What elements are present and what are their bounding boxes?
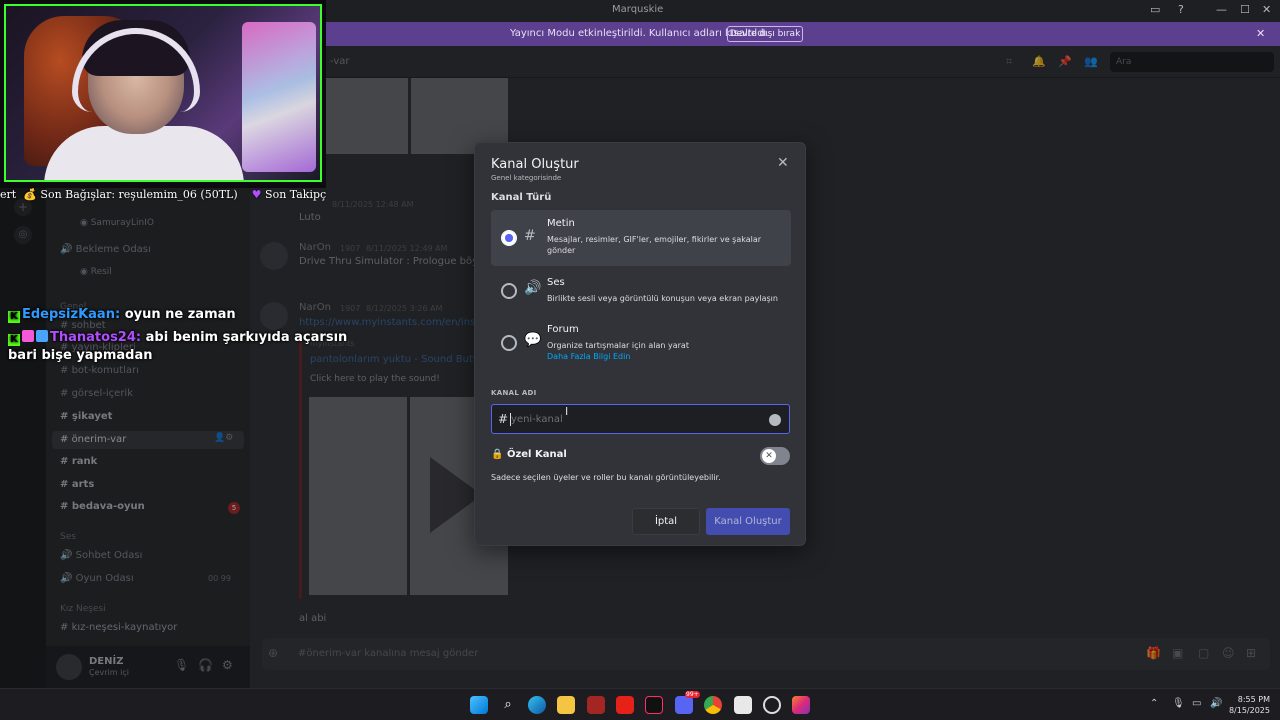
option-description: Mesajlar, resimler, GIF'ler, emojiler, f… [547, 235, 762, 255]
close-window-button[interactable]: ✕ [1262, 3, 1271, 16]
modal-subtitle: Genel kategorisinde [491, 174, 562, 182]
option-name: Ses [547, 277, 565, 288]
cancel-button[interactable]: İptal [632, 508, 700, 535]
money-bag-icon: 💰 [23, 188, 37, 201]
private-channel-text: Özel Kanal [506, 449, 567, 460]
channel-name-placeholder: yeni-kanal [511, 414, 563, 425]
stream-ticker: ert 💰 Son Bağışlar: reşulemim_06 (50TL) … [0, 188, 326, 206]
banner-close-icon[interactable]: ✕ [1256, 27, 1265, 40]
option-name: Metin [547, 218, 575, 229]
webcam-overlay [0, 0, 326, 188]
window-title: Marquskie [612, 4, 664, 15]
private-channel-toggle[interactable]: ✕ [760, 447, 790, 465]
create-channel-modal: Kanal Oluştur Genel kategorisinde ✕ Kana… [474, 142, 806, 546]
chat-username: Thanatos24: [50, 330, 142, 345]
instagram-icon[interactable] [792, 696, 810, 714]
search-icon[interactable]: ⌕ [499, 696, 517, 714]
toggle-off-icon: ✕ [762, 449, 776, 463]
file-explorer-icon[interactable] [557, 696, 575, 714]
chrome-icon[interactable] [704, 696, 722, 714]
edge-icon[interactable] [528, 696, 546, 714]
create-channel-button[interactable]: Kanal Oluştur [706, 508, 790, 535]
speaker-icon: 🔊 [524, 280, 542, 296]
channel-type-label: Kanal Türü [491, 192, 552, 203]
chat-username: EdepsizKaan: [22, 307, 121, 322]
windows-taskbar: ⌕ 99+ ⌃ 🎙 ▭ 🔊 8:55 PM 8/15/2025 [0, 688, 1280, 720]
forum-icon: 💬 [524, 332, 542, 348]
app-icon[interactable] [587, 696, 605, 714]
show-hidden-icons[interactable]: ⌃ [1150, 698, 1158, 709]
discord-badge: 99+ [685, 691, 700, 698]
close-icon[interactable]: ✕ [777, 155, 789, 171]
document-icon[interactable] [734, 696, 752, 714]
modal-title: Kanal Oluştur [491, 157, 579, 172]
chat-text: oyun ne zaman [124, 307, 236, 322]
sub-badge-icon [36, 330, 48, 342]
webcam-frame [4, 4, 322, 182]
channel-name-input[interactable]: # yeni-kanal [491, 404, 790, 434]
start-icon[interactable] [470, 696, 488, 714]
channel-type-forum[interactable]: 💬 Forum Organize tartışmalar için alan y… [491, 317, 791, 373]
channel-name-label: KANAL ADI [491, 389, 537, 397]
stream-chat-message: K EdepsizKaan: oyun ne zaman [8, 307, 236, 323]
option-description: Birlikte sesli veya görüntülü konuşun ve… [547, 294, 778, 303]
ticker-donations: Son Bağışlar: reşulemim_06 (50TL) [40, 188, 238, 201]
pc-case [242, 22, 316, 172]
stream-chat-message-continued: bari bişe yapmadan [8, 348, 153, 363]
network-icon[interactable]: ▭ [1192, 698, 1201, 709]
disable-streamer-mode-button[interactable]: Devre dışı bırak [727, 26, 803, 42]
option-description: Organize tartışmalar için alan yarat [547, 341, 689, 350]
text-caret [510, 413, 511, 426]
help-icon[interactable]: ? [1178, 3, 1184, 16]
hash-icon: # [524, 228, 536, 244]
ticker-start: ert [0, 188, 17, 201]
clock-date: 8/15/2025 [1228, 706, 1270, 715]
channel-type-text[interactable]: # Metin Mesajlar, resimler, GIF'ler, emo… [491, 210, 791, 266]
kick-badge-icon: K [8, 311, 20, 323]
learn-more-link[interactable]: Daha Fazla Bilgi Edin [547, 352, 630, 361]
channel-name-prefix: # [498, 412, 509, 426]
emoji-picker-icon[interactable] [769, 414, 781, 426]
minimize-button[interactable]: — [1216, 3, 1227, 16]
text-cursor-icon: I [565, 405, 569, 418]
taskbar-clock[interactable]: 8:55 PM 8/15/2025 [1226, 694, 1270, 716]
kick-badge-icon: K [8, 334, 20, 346]
ticker-followers: Son Takipç [265, 188, 327, 201]
clock-time: 8:55 PM [1237, 695, 1270, 704]
maximize-button[interactable]: ☐ [1240, 3, 1250, 16]
obs-icon[interactable] [763, 696, 781, 714]
youtube-icon[interactable] [616, 696, 634, 714]
volume-icon[interactable]: 🔊 [1210, 698, 1222, 709]
tiktok-icon[interactable] [645, 696, 663, 714]
heart-badge-icon [22, 330, 34, 342]
private-channel-label: 🔒 Özel Kanal [491, 449, 567, 460]
stream-chat-message: K Thanatos24: abi benim şarkıyıda açarsın [8, 330, 347, 346]
discord-icon[interactable]: 99+ [675, 691, 700, 714]
streamer-body [44, 126, 244, 180]
follower-icon: ♥ [251, 188, 262, 201]
radio-unselected[interactable] [501, 283, 517, 299]
microphone-tray-icon[interactable]: 🎙 [1172, 698, 1185, 709]
option-name: Forum [547, 324, 579, 335]
radio-selected[interactable] [501, 230, 517, 246]
chat-text: abi benim şarkıyıda açarsın [145, 330, 348, 345]
radio-unselected[interactable] [501, 335, 517, 351]
inbox-icon[interactable]: ▭ [1150, 3, 1160, 16]
private-channel-description: Sadece seçilen üyeler ve roller bu kanal… [491, 473, 721, 482]
